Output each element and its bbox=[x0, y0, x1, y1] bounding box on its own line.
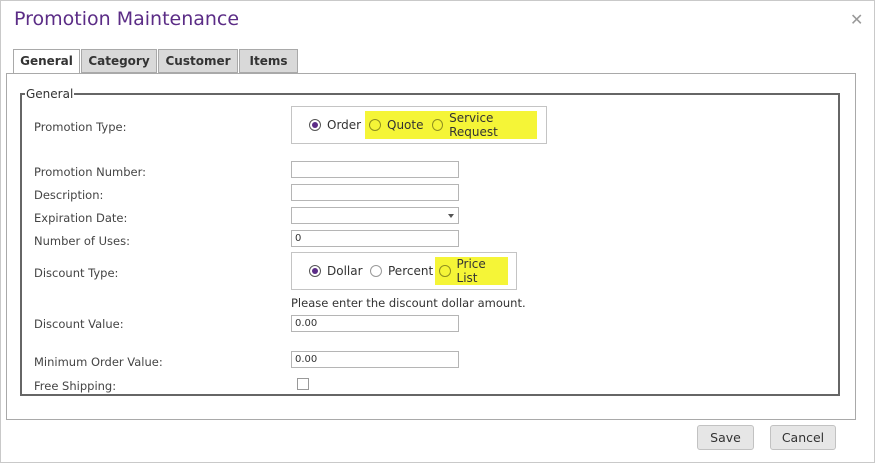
close-icon[interactable]: ✕ bbox=[850, 12, 863, 28]
radio-dollar-button[interactable] bbox=[309, 265, 321, 277]
free-shipping-label: Free Shipping: bbox=[34, 379, 117, 393]
promotion-type-radio-group: Order Quote Service Request bbox=[291, 106, 547, 144]
number-of-uses-label: Number of Uses: bbox=[34, 234, 130, 248]
discount-type-highlight: Price List bbox=[435, 257, 508, 285]
radio-dollar[interactable]: Dollar bbox=[309, 253, 363, 289]
radio-price-list-label: Price List bbox=[456, 257, 486, 285]
description-label: Description: bbox=[34, 188, 104, 202]
general-tab-panel: General Promotion Type: Order Quote Serv… bbox=[6, 73, 856, 420]
radio-percent[interactable]: Percent bbox=[370, 253, 433, 289]
cancel-button[interactable]: Cancel bbox=[770, 425, 836, 450]
radio-percent-button[interactable] bbox=[370, 265, 382, 277]
fieldset-legend: General bbox=[26, 87, 74, 101]
discount-value-label: Discount Value: bbox=[34, 317, 124, 331]
promotion-maintenance-dialog: Promotion Maintenance ✕ General Category… bbox=[0, 0, 875, 463]
radio-quote-label: Quote bbox=[387, 118, 424, 132]
promotion-number-input[interactable] bbox=[291, 161, 459, 178]
radio-dollar-label: Dollar bbox=[327, 264, 363, 278]
radio-order-button[interactable] bbox=[309, 119, 321, 131]
tab-customer[interactable]: Customer bbox=[158, 49, 238, 73]
tab-general[interactable]: General bbox=[13, 49, 80, 74]
dialog-title: Promotion Maintenance bbox=[14, 8, 240, 30]
discount-value-input[interactable] bbox=[291, 315, 459, 332]
expiration-date-select[interactable] bbox=[291, 207, 459, 224]
chevron-down-icon[interactable] bbox=[448, 214, 454, 218]
discount-hint-text: Please enter the discount dollar amount. bbox=[291, 296, 526, 310]
radio-service-request-label: Service Request bbox=[449, 111, 498, 139]
radio-service-request[interactable]: Service Request bbox=[432, 111, 537, 139]
discount-type-label: Discount Type: bbox=[34, 266, 119, 280]
description-input[interactable] bbox=[291, 184, 459, 201]
radio-percent-label: Percent bbox=[388, 264, 434, 278]
radio-price-list-button[interactable] bbox=[439, 265, 451, 277]
promotion-number-label: Promotion Number: bbox=[34, 165, 147, 179]
radio-price-list[interactable]: Price List bbox=[439, 257, 508, 285]
radio-quote-button[interactable] bbox=[369, 119, 381, 131]
number-of-uses-input[interactable] bbox=[291, 230, 459, 247]
tab-items[interactable]: Items bbox=[239, 49, 298, 73]
radio-quote[interactable]: Quote bbox=[369, 111, 423, 139]
minimum-order-value-input[interactable] bbox=[291, 351, 459, 368]
discount-type-radio-group: Dollar Percent Price List bbox=[291, 252, 517, 290]
expiration-date-label: Expiration Date: bbox=[34, 211, 128, 225]
radio-order-label: Order bbox=[327, 118, 362, 132]
tab-category[interactable]: Category bbox=[81, 49, 157, 73]
minimum-order-value-label: Minimum Order Value: bbox=[34, 355, 163, 369]
save-button[interactable]: Save bbox=[697, 425, 754, 450]
free-shipping-checkbox[interactable] bbox=[297, 378, 309, 390]
promotion-type-label: Promotion Type: bbox=[34, 120, 127, 134]
promotion-type-highlight: Quote Service Request bbox=[365, 111, 537, 139]
radio-service-request-button[interactable] bbox=[432, 119, 444, 131]
radio-order[interactable]: Order bbox=[309, 107, 361, 143]
